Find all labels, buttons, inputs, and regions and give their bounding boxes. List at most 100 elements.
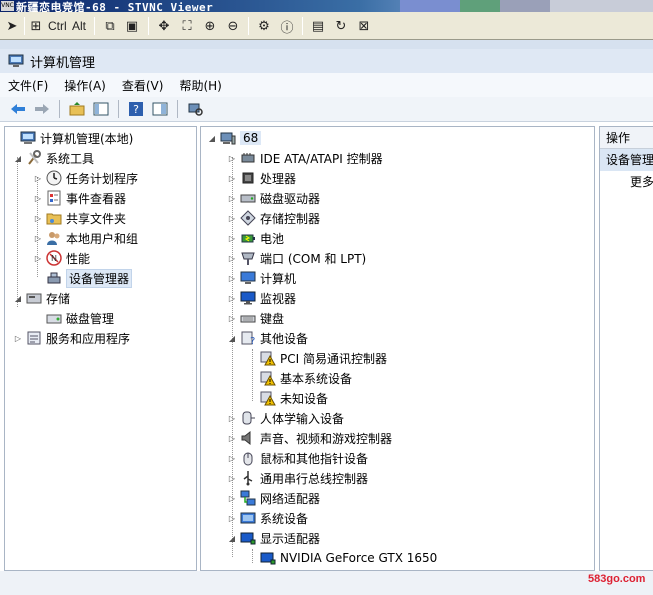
collapsed-arrow-icon[interactable]: ▷ [227, 208, 237, 228]
save-icon[interactable]: ▤ [308, 16, 328, 36]
properties-pane-icon[interactable] [150, 99, 170, 119]
back-icon[interactable] [8, 99, 28, 119]
device-disk-drives[interactable]: ▷ 磁盘驱动器 [227, 188, 320, 208]
tree-label: 性能 [66, 251, 91, 266]
tree-item-performance[interactable]: ▷ N 性能 [33, 248, 90, 268]
collapsed-arrow-icon[interactable]: ▷ [227, 168, 237, 188]
collapsed-arrow-icon[interactable]: ▷ [227, 488, 237, 508]
options-icon[interactable]: ⚙ [254, 16, 274, 36]
collapsed-arrow-icon[interactable]: ▷ [227, 268, 237, 288]
collapsed-arrow-icon[interactable]: ▷ [227, 288, 237, 308]
device-display[interactable]: ◢ 显示适配器 [227, 528, 320, 548]
tree-item-local-users[interactable]: ▷ 本地用户和组 [33, 228, 138, 248]
device-monitors[interactable]: ▷ 监视器 [227, 288, 296, 308]
device-storage-controllers[interactable]: ▷ 存储控制器 [227, 208, 320, 228]
collapsed-arrow-icon[interactable]: ▷ [33, 168, 43, 188]
tree-item-services-apps[interactable]: ▷ 服务和应用程序 [13, 328, 130, 348]
hid-icon [242, 411, 255, 425]
device-pci[interactable]: PCI 简易通讯控制器 [247, 348, 387, 368]
device-unknown[interactable]: 未知设备 [247, 388, 328, 408]
collapsed-arrow-icon[interactable]: ▷ [33, 248, 43, 268]
expander-none [247, 548, 257, 568]
device-gpu[interactable]: NVIDIA GeForce GTX 1650 [247, 548, 437, 568]
collapsed-arrow-icon[interactable]: ▷ [33, 228, 43, 248]
tree-item-device-manager[interactable]: 设备管理器 [33, 268, 133, 288]
device-computer[interactable]: ▷ 计算机 [227, 268, 296, 288]
device-label: PCI 简易通讯控制器 [280, 351, 387, 366]
collapsed-arrow-icon[interactable]: ▷ [33, 208, 43, 228]
device-system[interactable]: ▷ 系统设备 [227, 508, 308, 528]
device-ports[interactable]: ▷ 端口 (COM 和 LPT) [227, 248, 366, 268]
tree-item-computer-management[interactable]: 计算机管理(本地) [7, 128, 133, 148]
menu-help[interactable]: 帮助(H) [179, 77, 221, 94]
tree-item-task-scheduler[interactable]: ▷ 任务计划程序 [33, 168, 138, 188]
expanded-arrow-icon[interactable]: ◢ [227, 528, 237, 548]
tree-item-event-viewer[interactable]: ▷ 事件查看器 [33, 188, 126, 208]
disconnect-icon[interactable]: ⊠ [354, 16, 374, 36]
actions-section-device-manager[interactable]: 设备管理 [600, 149, 653, 171]
collapsed-arrow-icon[interactable]: ▷ [227, 248, 237, 268]
show-hide-tree-icon[interactable] [91, 99, 111, 119]
device-label: 端口 (COM 和 LPT) [260, 251, 367, 266]
fullscreen-icon[interactable]: ⛶ [177, 16, 197, 36]
actions-more-button[interactable]: 更多 [600, 171, 653, 193]
collapsed-arrow-icon[interactable]: ▷ [227, 308, 237, 328]
clipboard-icon[interactable]: ⧉ [100, 16, 120, 36]
device-battery[interactable]: ▷ 电池 [227, 228, 284, 248]
tree-item-shared-folders[interactable]: ▷ 共享文件夹 [33, 208, 126, 228]
grid-icon[interactable]: ⊞ [26, 16, 46, 36]
device-label: 其他设备 [260, 331, 309, 346]
collapsed-arrow-icon[interactable]: ▷ [13, 328, 23, 348]
device-other[interactable]: ◢ ? 其他设备 [227, 328, 308, 348]
expanded-arrow-icon[interactable]: ◢ [227, 328, 237, 348]
fit-screen-icon[interactable]: ✥ [154, 16, 174, 36]
menu-action[interactable]: 操作(A) [64, 77, 106, 94]
zoom-in-icon[interactable]: ⊕ [200, 16, 220, 36]
collapsed-arrow-icon[interactable]: ▷ [227, 428, 237, 448]
collapsed-arrow-icon[interactable]: ▷ [227, 188, 237, 208]
cursor-arrow-icon[interactable]: ➤ [2, 16, 22, 36]
info-icon[interactable]: ⓘ [277, 16, 297, 36]
menu-view[interactable]: 查看(V) [122, 77, 164, 94]
tree-item-system-tools[interactable]: ◢ 系统工具 [13, 148, 94, 168]
device-usb[interactable]: ▷ 通用串行总线控制器 [227, 468, 368, 488]
expanded-arrow-icon[interactable]: ◢ [207, 128, 217, 148]
device-network[interactable]: ▷ 网络适配器 [227, 488, 320, 508]
scan-hardware-icon[interactable] [185, 99, 205, 119]
device-keyboard[interactable]: ▷ 键盘 [227, 308, 284, 328]
collapsed-arrow-icon[interactable]: ▷ [227, 468, 237, 488]
expanded-arrow-icon[interactable]: ◢ [13, 148, 23, 168]
up-folder-icon[interactable] [67, 99, 87, 119]
tree-item-disk-management[interactable]: 磁盘管理 [33, 308, 114, 328]
device-sound[interactable]: ▷ 声音、视频和游戏控制器 [227, 428, 392, 448]
tree-item-storage[interactable]: ◢ 存储 [13, 288, 70, 308]
device-label: 基本系统设备 [280, 371, 353, 386]
collapsed-arrow-icon[interactable]: ▷ [227, 228, 237, 248]
help-icon[interactable]: ? [126, 99, 146, 119]
device-base-system[interactable]: 基本系统设备 [247, 368, 352, 388]
collapsed-arrow-icon[interactable]: ▷ [227, 408, 237, 428]
collapsed-arrow-icon[interactable]: ▷ [227, 448, 237, 468]
zoom-out-icon[interactable]: ⊖ [223, 16, 243, 36]
image-icon[interactable]: ▣ [122, 16, 142, 36]
toolbar-separator [94, 17, 95, 35]
collapsed-arrow-icon[interactable]: ▷ [227, 508, 237, 528]
device-mouse[interactable]: ▷ 鼠标和其他指针设备 [227, 448, 368, 468]
collapsed-arrow-icon[interactable]: ▷ [33, 188, 43, 208]
expanded-arrow-icon[interactable]: ◢ [13, 288, 23, 308]
refresh-icon[interactable]: ↻ [331, 16, 351, 36]
device-processor[interactable]: ▷ 处理器 [227, 168, 296, 188]
device-hid[interactable]: ▷ 人体学输入设备 [227, 408, 344, 428]
vnc-logo-icon: VNC [1, 1, 14, 11]
forward-icon[interactable] [32, 99, 52, 119]
device-label: 磁盘驱动器 [260, 191, 321, 206]
alt-key-button[interactable]: Alt [72, 16, 86, 36]
collapsed-arrow-icon[interactable]: ▷ [227, 148, 237, 168]
menu-file[interactable]: 文件(F) [8, 77, 48, 94]
title-color-block [550, 0, 653, 12]
ctrl-key-button[interactable]: Ctrl [48, 16, 67, 36]
vnc-window-title: 新疆恋电竞馆-68 - STVNC Viewer [16, 1, 214, 12]
device-root[interactable]: ◢ 68 [207, 128, 262, 148]
device-manager-icon [47, 272, 61, 284]
device-ide[interactable]: ▷ IDE ATA/ATAPI 控制器 [227, 148, 383, 168]
